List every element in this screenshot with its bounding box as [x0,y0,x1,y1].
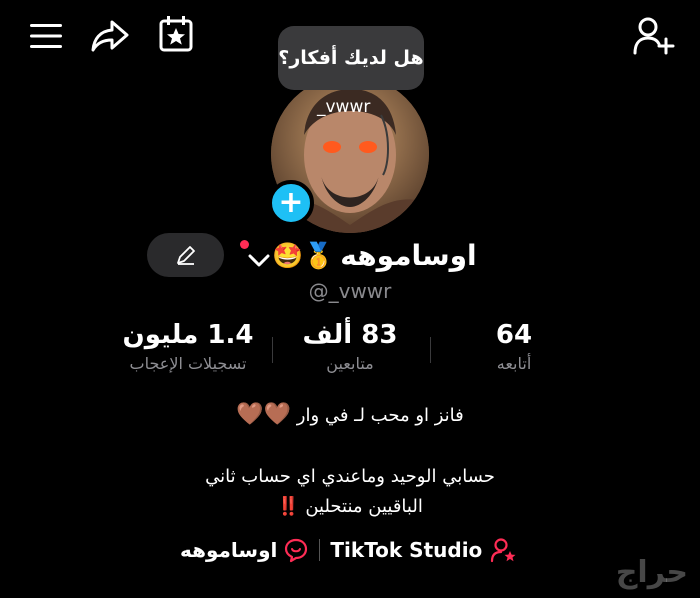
ideas-tooltip[interactable]: هل لديك أفكار؟ [278,26,424,90]
stat-following-label: أتابعه [496,354,532,373]
bio-line-1-text: فانز او محب لـ في وار [296,405,464,426]
user-star-icon [491,538,516,563]
add-story-button[interactable]: + [268,180,314,226]
bio-line-3-text: الباقيين منتحلين [305,496,423,517]
stat-likes-value: 1.4 مليون [122,320,254,350]
bio-line-1: فانز او محب لـ في وار 🤎🤎 [0,402,700,427]
share-button[interactable] [86,14,134,58]
tiktok-studio-link[interactable]: TikTok Studio [330,537,518,563]
notification-dot [240,240,249,249]
hamburger-icon [30,24,62,48]
stat-divider [272,337,273,363]
calendar-star-icon [159,16,193,52]
stat-likes[interactable]: 1.4 مليون تسجيلات الإعجاب [108,320,268,373]
bio-line-3-emoji: ‼️ [277,496,300,517]
links-separator [319,539,321,561]
add-friend-button[interactable] [630,14,678,58]
chat-bubble-icon [285,538,308,563]
share-arrow-icon [91,20,129,52]
profile-name: اوساموهه [340,238,477,272]
menu-button[interactable] [24,14,68,58]
tiktok-studio-label: TikTok Studio [330,538,483,562]
stat-likes-label: تسجيلات الإعجاب [129,354,247,373]
avatar-overlay-text: _vwwr [317,97,371,117]
community-link[interactable]: اوساموهه [180,537,309,563]
stat-following[interactable]: 64 أتابعه [474,320,554,373]
calendar-button[interactable] [154,12,198,56]
bio-line-1-emoji: 🤎🤎 [236,402,292,427]
plus-icon: + [278,185,304,220]
add-user-icon [633,17,675,55]
watermark-logo: حراج [615,555,688,590]
profile-badges: 🤩🥇 [272,240,335,270]
profile-links: اوساموهه TikTok Studio [180,532,518,568]
profile-handle: @_vwwr [308,279,392,303]
stat-following-value: 64 [495,320,533,350]
stat-followers-value: 83 ألف [302,320,398,350]
community-link-label: اوساموهه [180,538,278,562]
bio-line-2: حسابي الوحيد وماعندي اي حساب ثاني [205,466,495,487]
stat-divider [430,337,431,363]
chevron-down-icon [248,254,270,267]
tooltip-text: هل لديك أفكار؟ [278,47,424,69]
pencil-icon [176,246,195,265]
stat-followers[interactable]: 83 ألف متابعين [290,320,410,373]
edit-profile-button[interactable] [147,233,224,277]
profile-name-row: 🤩🥇 اوساموهه [236,232,477,278]
account-switcher[interactable] [236,240,270,270]
bio-line-3: الباقيين منتحلين ‼️ [0,496,700,517]
stat-followers-label: متابعين [326,354,374,373]
